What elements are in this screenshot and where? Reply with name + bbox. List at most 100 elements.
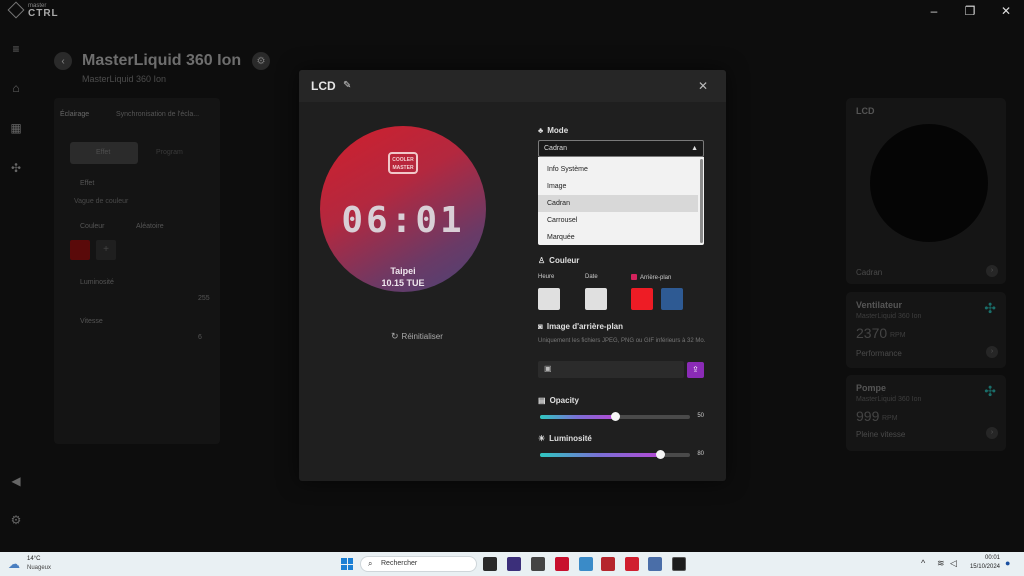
lcd-preview: COOLER MASTER 06:01 Taipei 10.15 TUE [320,126,486,292]
lcd-card-title: LCD [856,106,875,116]
close-icon[interactable]: ✕ [698,79,708,93]
brand-mark-icon [7,1,25,19]
mode-label: Mode [547,126,569,135]
clock-time[interactable]: 00:01 [978,555,1000,561]
edit-icon[interactable]: ✎ [343,80,351,91]
reset-icon: ↻ [391,331,399,341]
taskbar-app-8-icon[interactable] [648,557,662,571]
caret-up-icon: ▲ [691,145,698,152]
fan-icon: ✣ [984,300,996,316]
opacity-icon: ▤ [538,396,546,405]
mode-select[interactable]: Cadran ▲ [538,140,704,157]
bg-image-section-title: ◙ Image d'arrière-plan [538,322,623,331]
tab-program[interactable]: Program [156,149,183,156]
opacity-slider[interactable] [540,412,690,421]
background-checkbox[interactable] [631,274,637,280]
pump-rpm-value: 999 [856,408,880,424]
settings-nav-icon[interactable]: ⚙ [10,514,22,526]
effect-select[interactable]: Vague de couleur [74,198,128,205]
preview-date: 10.15 TUE [381,278,425,288]
opacity-slider-thumb[interactable] [611,412,620,421]
opacity-section-title: ▤ Opacity [538,396,579,405]
hour-color-label: Heure [538,274,555,280]
maximize-icon[interactable]: ❐ [952,0,988,22]
color-swatch[interactable] [70,240,90,260]
bg-image-file-field[interactable]: ▣ [538,361,684,378]
device-settings-button[interactable]: ⚙ [252,52,270,70]
taskbar-mastercontrol-icon[interactable] [672,557,686,571]
mode-option-info-systeme[interactable]: Info Système [538,161,698,178]
fan-nav-icon[interactable]: ✣ [10,162,22,174]
random-toggle-label[interactable]: Aléatoire [136,223,164,230]
pump-card-subtitle: MasterLiquid 360 Ion [856,396,922,403]
close-window-icon[interactable]: ✕ [988,0,1024,22]
lcd-card-arrow-icon[interactable]: › [986,265,998,277]
taskbar-app-7-icon[interactable] [625,557,639,571]
lcd-card[interactable]: LCD Cadran › [846,98,1006,284]
preview-time: 06:01 [341,200,465,241]
home-icon[interactable]: ⌂ [10,82,22,94]
search-box[interactable]: ⌕ Rechercher [360,556,477,572]
fan-card[interactable]: Ventilateur MasterLiquid 360 Ion 2370 RP… [846,292,1006,368]
speaker-icon[interactable]: ◁ [950,558,957,569]
pump-card-title: Pompe [856,383,887,393]
menu-icon[interactable]: ≡ [10,43,22,55]
taskbar-app-4-icon[interactable] [555,557,569,571]
taskbar: ☁ 14°C Nuageux ⌕ Rechercher ^ ≋ ◁ 00:01 … [0,552,1024,576]
mode-option-marquee[interactable]: Marquée [538,229,698,246]
dropdown-scrollbar[interactable] [700,159,703,243]
lighting-panel: Éclairage Synchronisation de l'écla... E… [54,98,220,444]
minimize-icon[interactable]: – [916,0,952,22]
taskbar-app-6-icon[interactable] [601,557,615,571]
nav-rail: ≡ ⌂ ▦ ✣ ◀ ⚙ [0,35,32,545]
brand-logo: master CTRL [7,1,59,19]
date-color-swatch[interactable] [585,288,607,310]
calendar-icon[interactable]: ▦ [10,122,22,134]
mode-option-cadran[interactable]: Cadran [538,195,698,212]
clock-preview [870,124,988,242]
wifi-icon[interactable]: ≋ [937,558,945,569]
brightness-slider[interactable] [540,450,690,459]
add-color-button[interactable]: + [96,240,116,260]
color-icon: ♙ [538,256,546,265]
start-button[interactable] [341,558,353,570]
reset-label: Réinitialiser [401,332,443,341]
tray-chevron-icon[interactable]: ^ [921,558,925,568]
taskbar-app-5-icon[interactable] [579,557,593,571]
sync-select[interactable]: Synchronisation de l'écla... [116,111,199,118]
mode-section-title: ♣ Mode [538,126,568,135]
tab-effect[interactable]: Effet [70,142,138,164]
cloud-icon[interactable]: ☁ [8,557,20,571]
taskbar-app-3-icon[interactable] [531,557,545,571]
weather-temp[interactable]: 14°C [27,556,40,562]
hour-color-swatch[interactable] [538,288,560,310]
pump-card-arrow-icon[interactable]: › [986,427,998,439]
fan-card-arrow-icon[interactable]: › [986,346,998,358]
taskbar-app-2-icon[interactable] [507,557,521,571]
background-color-swatch-blue[interactable] [661,288,683,310]
clock-date[interactable]: 15/10/2024 [964,564,1000,570]
brightness-label: Luminosité [80,279,114,286]
search-placeholder: Rechercher [381,560,418,567]
background-color-label[interactable]: Arrière-plan [631,274,671,281]
mode-option-carrousel[interactable]: Carrousel [538,212,698,229]
taskbar-app-1-icon[interactable] [483,557,497,571]
background-color-swatch-red[interactable] [631,288,653,310]
lighting-label[interactable]: Éclairage [60,111,89,118]
page-title: MasterLiquid 360 Ion [82,52,242,69]
bg-image-note: Uniquement les fichiers JPEG, PNG ou GIF… [538,338,706,344]
brightness-value: 255 [198,295,210,302]
brand-big-text: CTRL [28,8,59,19]
color-section-label: Couleur [549,256,580,265]
reset-button[interactable]: ↻ Réinitialiser [391,331,443,342]
volume-icon[interactable]: ◀ [10,475,22,487]
logo-line-2: MASTER [392,165,414,171]
brightness-slider-fill [540,453,660,457]
upload-button[interactable]: ⇪ [687,362,704,378]
brightness-slider-thumb[interactable] [656,450,665,459]
pump-card[interactable]: Pompe MasterLiquid 360 Ion 999 RPM ✣ Ple… [846,375,1006,451]
back-button[interactable]: ‹ [54,52,72,70]
mode-option-image[interactable]: Image [538,178,698,195]
notification-icon[interactable]: ● [1005,558,1010,568]
weather-condition[interactable]: Nuageux [27,565,51,571]
